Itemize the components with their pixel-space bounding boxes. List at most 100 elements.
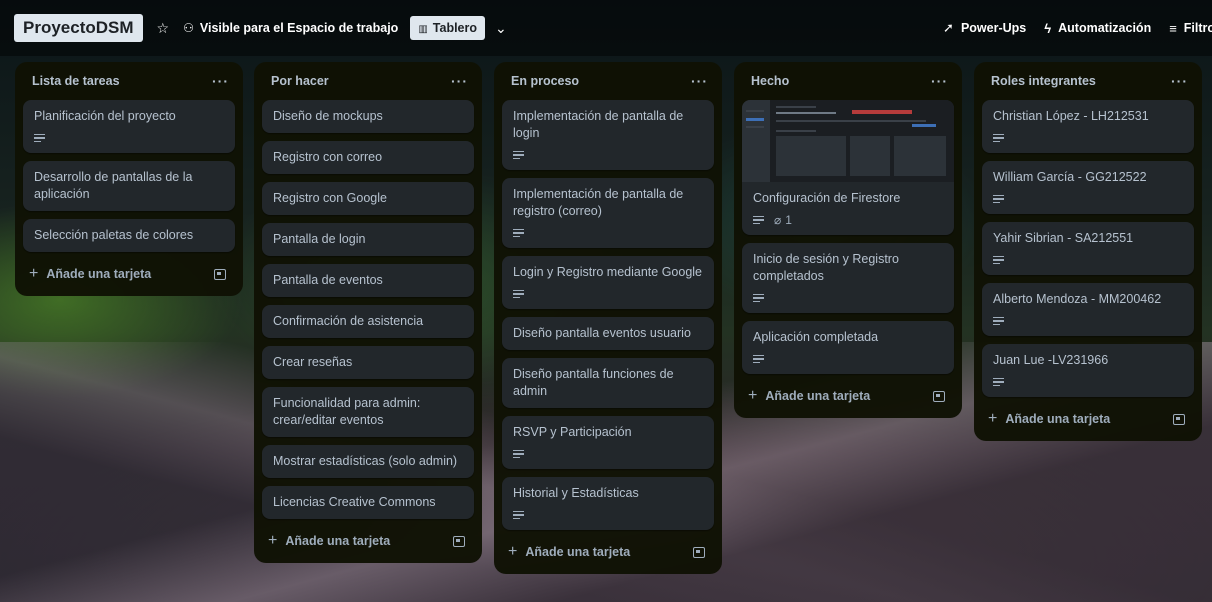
card-title: Mostrar estadísticas (solo admin) — [273, 454, 458, 468]
description-icon — [753, 292, 764, 305]
add-card-label: Añade una tarjeta — [1005, 412, 1111, 426]
card-title: Juan Lue -LV231966 — [993, 353, 1109, 367]
card-title: Licencias Creative Commons — [273, 495, 436, 509]
card[interactable]: Registro con correo — [262, 141, 474, 174]
list-header[interactable]: Hecho ··· — [742, 62, 954, 100]
card-title: Diseño de mockups — [273, 109, 383, 123]
header-actions: ➚ Power-Ups ϟ Automatización ≡ Filtros — [925, 0, 1212, 56]
card[interactable]: Alberto Mendoza - MM200462 — [982, 283, 1194, 336]
list-title[interactable]: Hecho — [751, 74, 789, 88]
description-icon — [993, 254, 1004, 267]
visibility-button[interactable]: Visible para el Espacio de trabajo — [200, 21, 398, 35]
add-card-button[interactable]: + Añade una tarjeta — [29, 265, 151, 283]
card-badges — [753, 291, 943, 305]
card[interactable]: Registro con Google — [262, 182, 474, 215]
card[interactable]: William García - GG212522 — [982, 161, 1194, 214]
card[interactable]: Aplicación completada — [742, 321, 954, 374]
card[interactable]: Yahir Sibrian - SA212551 — [982, 222, 1194, 275]
card-badges — [993, 192, 1183, 206]
description-icon — [513, 288, 524, 301]
add-card-button[interactable]: + Añade una tarjeta — [268, 532, 390, 550]
card-title: Implementación de pantalla de login — [513, 109, 684, 140]
list-hecho: Hecho ··· Configuración de Firestore ⌀ 1 … — [734, 62, 962, 418]
card-title: Inicio de sesión y Registro completados — [753, 252, 899, 283]
visibility-icon[interactable]: ⚇ — [183, 21, 194, 35]
list-title[interactable]: En proceso — [511, 74, 579, 88]
card[interactable]: Implementación de pantalla de registro (… — [502, 178, 714, 248]
card[interactable]: Christian López - LH212531 — [982, 100, 1194, 153]
card[interactable]: Mostrar estadísticas (solo admin) — [262, 445, 474, 478]
card[interactable]: Historial y Estadísticas — [502, 477, 714, 530]
more-icon[interactable]: ··· — [212, 73, 229, 89]
card-badges — [753, 352, 943, 366]
card[interactable]: Confirmación de asistencia — [262, 305, 474, 338]
template-icon[interactable] — [214, 268, 226, 280]
card-title: Funcionalidad para admin: crear/editar e… — [273, 396, 421, 427]
automation-label: Automatización — [1058, 21, 1152, 35]
add-card-label: Añade una tarjeta — [525, 545, 631, 559]
power-ups-button[interactable]: ➚ Power-Ups — [943, 20, 1026, 36]
list-header[interactable]: En proceso ··· — [502, 62, 714, 100]
card[interactable]: Funcionalidad para admin: crear/editar e… — [262, 387, 474, 437]
card[interactable]: Pantalla de login — [262, 223, 474, 256]
card[interactable]: Crear reseñas — [262, 346, 474, 379]
filter-icon: ≡ — [1169, 20, 1177, 36]
card[interactable]: Diseño pantalla funciones de admin — [502, 358, 714, 408]
list-title[interactable]: Lista de tareas — [32, 74, 120, 88]
more-icon[interactable]: ··· — [691, 73, 708, 89]
add-card-button[interactable]: + Añade una tarjeta — [508, 543, 630, 561]
filters-label: Filtros — [1183, 21, 1212, 35]
card-badges — [993, 314, 1183, 328]
card[interactable]: Planificación del proyecto — [23, 100, 235, 153]
description-icon — [513, 509, 524, 522]
card[interactable]: Configuración de Firestore ⌀ 1 — [742, 100, 954, 235]
card[interactable]: Pantalla de eventos — [262, 264, 474, 297]
add-card-button[interactable]: + Añade una tarjeta — [748, 387, 870, 405]
template-icon[interactable] — [453, 535, 465, 547]
card-title: Historial y Estadísticas — [513, 486, 639, 500]
attachments-badge: ⌀ 1 — [774, 212, 792, 229]
lightning-icon: ϟ — [1044, 20, 1052, 36]
add-card-row: + Añade una tarjeta — [742, 382, 954, 410]
chevron-down-icon[interactable]: ⌄ — [495, 20, 507, 37]
description-icon — [513, 149, 524, 162]
card-badges — [513, 287, 703, 301]
description-icon — [993, 193, 1004, 206]
list-lista-de-tareas: Lista de tareas ··· Planificación del pr… — [15, 62, 243, 296]
card[interactable]: Diseño pantalla eventos usuario — [502, 317, 714, 350]
description-icon — [993, 376, 1004, 389]
board-view-button[interactable]: ▥ Tablero — [410, 16, 486, 40]
list-header[interactable]: Por hacer ··· — [262, 62, 474, 100]
filters-button[interactable]: ≡ Filtros — [1169, 21, 1212, 36]
card[interactable]: Licencias Creative Commons — [262, 486, 474, 519]
more-icon[interactable]: ··· — [1171, 73, 1188, 89]
board-header: ProyectoDSM ☆ ⚇ Visible para el Espacio … — [0, 0, 1212, 56]
board-name[interactable]: ProyectoDSM — [14, 14, 143, 42]
card[interactable]: Selección paletas de colores — [23, 219, 235, 252]
template-icon[interactable] — [1173, 413, 1185, 425]
list-title[interactable]: Roles integrantes — [991, 74, 1096, 88]
template-icon[interactable] — [693, 546, 705, 558]
list-title[interactable]: Por hacer — [271, 74, 329, 88]
card-cover-image — [742, 100, 954, 182]
star-icon[interactable]: ☆ — [157, 20, 170, 37]
card-badges — [513, 148, 703, 162]
add-card-button[interactable]: + Añade una tarjeta — [988, 410, 1110, 428]
card-title: Christian López - LH212531 — [993, 109, 1149, 123]
card[interactable]: Inicio de sesión y Registro completados — [742, 243, 954, 313]
card[interactable]: Diseño de mockups — [262, 100, 474, 133]
card[interactable]: Implementación de pantalla de login — [502, 100, 714, 170]
card-title: Crear reseñas — [273, 355, 353, 369]
card[interactable]: Login y Registro mediante Google — [502, 256, 714, 309]
more-icon[interactable]: ··· — [451, 73, 468, 89]
more-icon[interactable]: ··· — [931, 73, 948, 89]
plus-icon: + — [508, 543, 518, 560]
card[interactable]: RSVP y Participación — [502, 416, 714, 469]
automation-button[interactable]: ϟ Automatización — [1044, 21, 1151, 36]
card[interactable]: Desarrollo de pantallas de la aplicación — [23, 161, 235, 211]
card[interactable]: Juan Lue -LV231966 — [982, 344, 1194, 397]
description-icon — [993, 132, 1004, 145]
list-header[interactable]: Roles integrantes ··· — [982, 62, 1194, 100]
list-header[interactable]: Lista de tareas ··· — [23, 62, 235, 100]
template-icon[interactable] — [933, 390, 945, 402]
